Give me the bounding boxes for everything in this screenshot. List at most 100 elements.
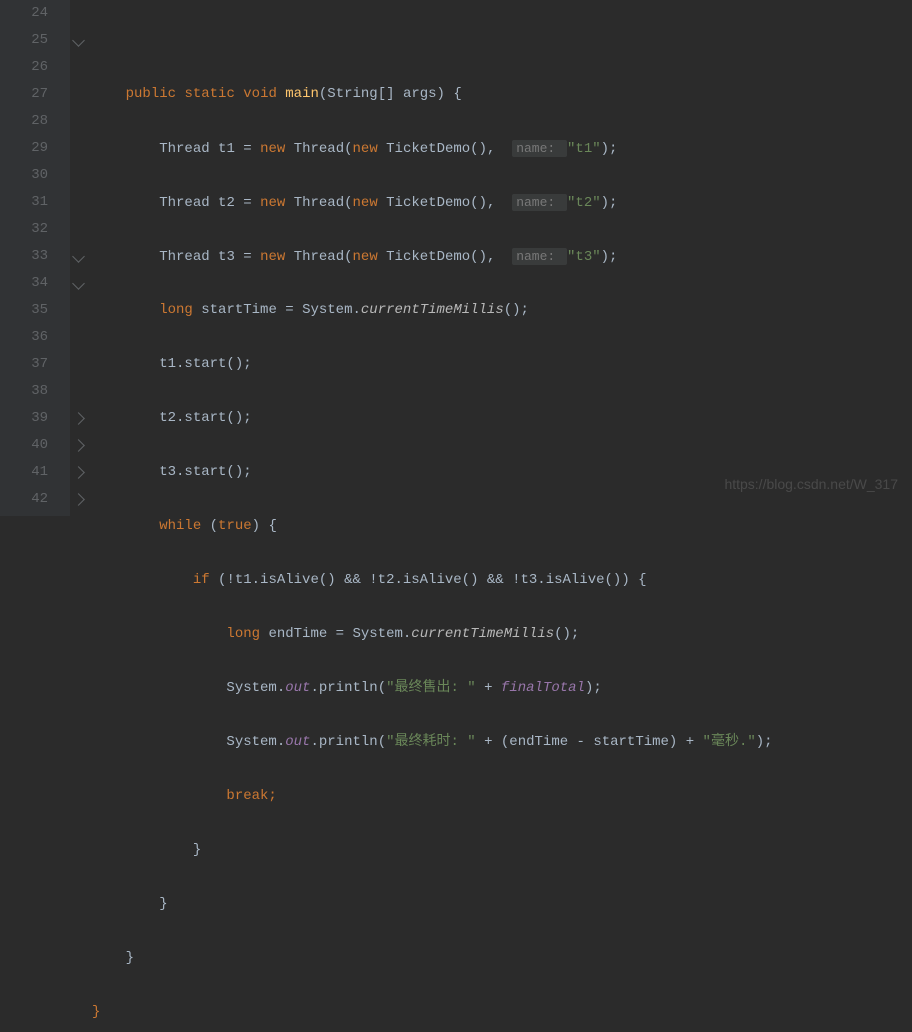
string: "最终售出: " [386, 680, 476, 696]
gutter: 24 25 26 27 28 29 30 31 32 33 34 35 36 3… [0, 0, 70, 516]
line-number: 40 [0, 432, 70, 459]
op: = [243, 195, 251, 211]
var: t3 [218, 249, 235, 265]
punct: ); [601, 195, 618, 211]
code-editor[interactable]: 24 25 26 27 28 29 30 31 32 33 34 35 36 3… [0, 0, 912, 516]
static-field: out [285, 680, 310, 696]
keyword: public [126, 86, 176, 102]
line-number: 38 [0, 378, 70, 405]
line-number: 29 [0, 135, 70, 162]
class: Thread [294, 141, 344, 157]
string: "最终耗时: " [386, 734, 476, 750]
fold-open-icon[interactable] [72, 277, 85, 290]
fold-close-icon[interactable] [72, 493, 85, 506]
punct: (); [554, 626, 579, 642]
code-line[interactable]: Thread t2 = new Thread(new TicketDemo(),… [92, 189, 912, 216]
keyword: long [226, 626, 260, 642]
class: Thread [294, 195, 344, 211]
line-number: 25 [0, 27, 70, 54]
code-line[interactable]: long startTime = System.currentTimeMilli… [92, 297, 912, 324]
op: = [336, 626, 344, 642]
keyword: while [159, 518, 201, 534]
code-line[interactable]: if (!t1.isAlive() && !t2.isAlive() && !t… [92, 567, 912, 594]
static-method: currentTimeMillis [361, 302, 504, 318]
code-line[interactable]: while (true) { [92, 513, 912, 540]
string: "毫秒." [703, 734, 756, 750]
punct: . [403, 626, 411, 642]
static-field: out [285, 734, 310, 750]
brace: { [453, 86, 461, 102]
code-line[interactable]: } [92, 945, 912, 972]
keyword: break; [226, 788, 276, 804]
method-name: main [285, 86, 319, 102]
static-method: currentTimeMillis [411, 626, 554, 642]
keyword: static [184, 86, 234, 102]
keyword: new [353, 249, 378, 265]
method: println [319, 680, 378, 696]
code-line[interactable]: Thread t1 = new Thread(new TicketDemo(),… [92, 135, 912, 162]
line-number: 41 [0, 459, 70, 486]
static-field: finalTotal [501, 680, 585, 696]
code-line[interactable]: break; [92, 783, 912, 810]
line-number: 27 [0, 81, 70, 108]
punct: . [310, 680, 318, 696]
code-line[interactable]: } [92, 999, 912, 1026]
var: t1 [218, 141, 235, 157]
code-line[interactable]: Thread t3 = new Thread(new TicketDemo(),… [92, 243, 912, 270]
type: Thread [159, 249, 209, 265]
fold-open-icon[interactable] [72, 250, 85, 263]
code-line[interactable]: public static void main(String[] args) { [92, 81, 912, 108]
line-number: 24 [0, 0, 70, 27]
op: = [285, 302, 293, 318]
class: Thread [294, 249, 344, 265]
code-area[interactable]: public static void main(String[] args) {… [88, 0, 912, 516]
code-line[interactable] [92, 27, 912, 54]
expr: (!t1.isAlive() && !t2.isAlive() && !t3.i… [218, 572, 646, 588]
punct: ( [378, 680, 386, 696]
code-line[interactable]: } [92, 837, 912, 864]
brace: } [159, 896, 167, 912]
brace: } [92, 1004, 100, 1020]
line-number: 28 [0, 108, 70, 135]
class: TicketDemo [386, 195, 470, 211]
keyword: new [260, 249, 285, 265]
code-line[interactable]: System.out.println("最终售出: " + finalTotal… [92, 675, 912, 702]
line-number: 32 [0, 216, 70, 243]
punct: . [277, 734, 285, 750]
code-line[interactable]: } [92, 891, 912, 918]
line-number: 31 [0, 189, 70, 216]
punct: . [310, 734, 318, 750]
keyword: true [218, 518, 252, 534]
class: System [352, 626, 402, 642]
code-line[interactable]: t2.start(); [92, 405, 912, 432]
keyword: long [159, 302, 193, 318]
keyword: new [353, 195, 378, 211]
line-number: 33 [0, 243, 70, 270]
stmt: t3.start(); [159, 464, 251, 480]
code-line[interactable]: t1.start(); [92, 351, 912, 378]
keyword: new [353, 141, 378, 157]
line-number: 34 [0, 270, 70, 297]
punct: ); [585, 680, 602, 696]
type: Thread [159, 141, 209, 157]
stmt: t2.start(); [159, 410, 251, 426]
param-hint: name: [512, 194, 567, 211]
param-hint: name: [512, 140, 567, 157]
fold-open-icon[interactable] [72, 34, 85, 47]
line-number: 39 [0, 405, 70, 432]
op: = [243, 249, 251, 265]
stmt: t1.start(); [159, 356, 251, 372]
code-line[interactable]: System.out.println("最终耗时: " + (endTime -… [92, 729, 912, 756]
fold-close-icon[interactable] [72, 466, 85, 479]
fold-close-icon[interactable] [72, 412, 85, 425]
code-line[interactable]: long endTime = System.currentTimeMillis(… [92, 621, 912, 648]
type: Thread [159, 195, 209, 211]
string: "t1" [567, 141, 601, 157]
punct: . [277, 680, 285, 696]
fold-close-icon[interactable] [72, 439, 85, 452]
keyword: new [260, 141, 285, 157]
punct: ( [378, 734, 386, 750]
keyword: void [243, 86, 277, 102]
param: args [403, 86, 437, 102]
class: TicketDemo [386, 249, 470, 265]
